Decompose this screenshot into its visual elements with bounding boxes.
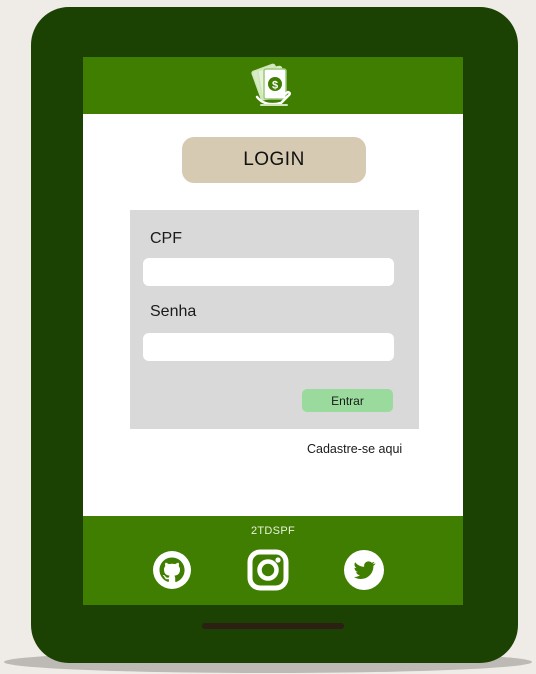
twitter-icon[interactable]: [342, 548, 386, 592]
github-icon[interactable]: [150, 548, 194, 592]
instagram-icon[interactable]: [246, 548, 290, 592]
footer-label: 2TDSPF: [251, 525, 295, 537]
cpf-label: CPF: [150, 230, 182, 247]
senha-input[interactable]: [143, 333, 394, 361]
app-footer: 2TDSPF: [83, 516, 463, 605]
app-screen: $ LOGIN CPF Senha Entrar Cadastre-se aqu…: [83, 57, 463, 605]
home-indicator: [202, 623, 344, 629]
login-form: CPF Senha Entrar: [130, 210, 419, 429]
app-header: $: [83, 57, 463, 114]
svg-text:$: $: [272, 80, 278, 92]
cpf-input[interactable]: [143, 258, 394, 286]
login-title: LOGIN: [182, 137, 366, 183]
entrar-button[interactable]: Entrar: [302, 389, 393, 412]
money-cash-logo-icon: $: [251, 63, 292, 106]
senha-label: Senha: [150, 303, 197, 320]
register-link[interactable]: Cadastre-se aqui: [307, 442, 402, 456]
